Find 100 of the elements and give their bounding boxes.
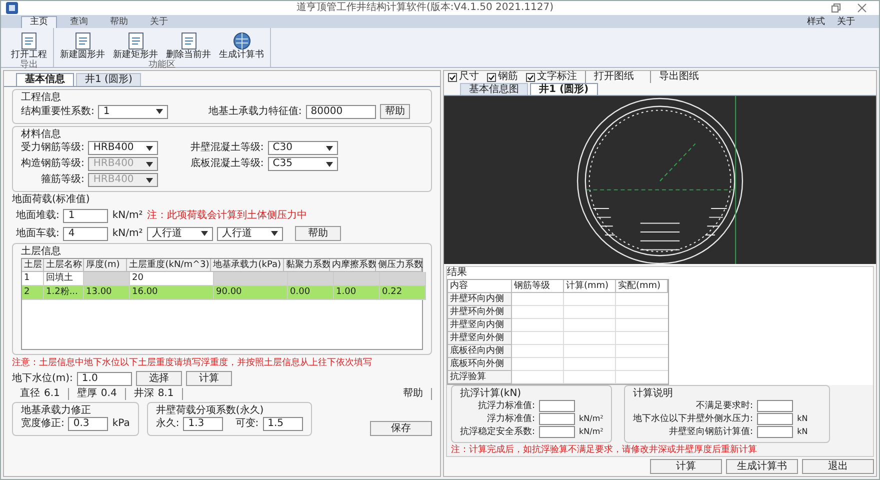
table-cell: 井壁竖向内侧	[448, 319, 512, 332]
column-header: 钢筋等级	[512, 280, 564, 293]
caret-icon	[146, 146, 154, 150]
input-field[interactable]: 1.3	[183, 417, 224, 431]
checkbox[interactable]	[448, 72, 457, 82]
table-cell: 13.00	[84, 286, 130, 300]
save-button[interactable]: 保存	[370, 421, 432, 436]
column-header: 侧压力系数	[376, 259, 422, 272]
dropdown[interactable]: C35	[268, 157, 338, 171]
field-label: 地下水位以下井壁外侧水压力:	[633, 413, 754, 425]
action-button[interactable]: 计算	[650, 459, 722, 474]
table-cell: 井壁环向内侧	[448, 293, 512, 306]
dropdown[interactable]: C30	[268, 141, 338, 155]
input-field[interactable]: 80000	[306, 104, 376, 118]
help-button[interactable]: 帮助	[294, 226, 341, 241]
input-field[interactable]: 1	[63, 209, 108, 223]
dropdown[interactable]: 人行道	[146, 226, 213, 240]
action-button[interactable]: 生成计算书	[726, 459, 798, 474]
help-button[interactable]: 帮助	[395, 388, 432, 400]
table-cell	[564, 332, 616, 345]
checkbox[interactable]	[526, 72, 535, 82]
dropdown[interactable]: HRB400	[88, 141, 158, 155]
unit-label: kN	[797, 426, 809, 438]
warning-text: 注：计算完成后，如抗浮验算不满足要求，请修改井深或井壁厚度后重新计算	[447, 444, 873, 456]
input-field[interactable]: 0.3	[68, 417, 108, 431]
group-title: 抗浮计算(kN)	[460, 388, 522, 400]
ribbon-button[interactable]: 删除当前井	[164, 32, 213, 60]
field-label: 箍筋等级:	[41, 174, 84, 186]
table-cell	[564, 319, 616, 332]
ribbon-button[interactable]: 生成计算书	[217, 32, 266, 60]
input-field[interactable]	[539, 400, 576, 412]
table-cell: 底板环向外侧	[448, 358, 512, 371]
table-cell	[512, 345, 564, 358]
tab[interactable]: 井1 (圆形)	[530, 83, 598, 95]
menu-link[interactable]: 关于	[833, 16, 859, 28]
table-cell	[564, 371, 616, 384]
input-field[interactable]	[757, 400, 794, 412]
checkbox[interactable]	[487, 72, 496, 82]
ribbon-button[interactable]: 新建圆形井	[58, 32, 107, 60]
table-cell	[512, 319, 564, 332]
column-header: 实配(mm)	[616, 280, 668, 293]
action-button[interactable]: 选择	[136, 371, 182, 386]
table-cell: 90.00	[214, 286, 288, 300]
ribbon-tab[interactable]: 查询	[61, 16, 97, 28]
document-icon	[74, 32, 90, 50]
table-cell	[512, 358, 564, 371]
table-cell	[334, 272, 380, 286]
action-button[interactable]: 计算	[186, 371, 232, 386]
table-cell: 16.00	[130, 286, 214, 300]
help-button[interactable]: 帮助	[380, 104, 410, 119]
unit-label: kN	[797, 413, 809, 425]
menu-link[interactable]: 样式	[803, 16, 829, 28]
value-text: 6.1	[44, 388, 60, 400]
window-title: 道亨顶管工作井结构计算软件(版本:V4.1.50 2021.1127)	[295, 2, 555, 14]
table-row[interactable]: 1 回填土 20	[22, 272, 426, 286]
table-row[interactable]: 2 1.2粉... 13.00 16.00 90.00 0.00 1.00 0.22	[22, 286, 426, 300]
tab[interactable]: 基本信息图	[460, 83, 528, 95]
toolbar-button[interactable]: 导出图纸	[650, 71, 707, 83]
input-field[interactable]: 1.5	[262, 417, 303, 431]
ribbon-tab[interactable]: 帮助	[101, 16, 137, 28]
document-icon	[128, 32, 144, 50]
tab[interactable]: 基本信息	[16, 73, 74, 86]
unit-label: kN/m²	[112, 210, 143, 222]
ribbon-button[interactable]: 打开工程	[9, 32, 49, 60]
dropdown[interactable]: 人行道	[216, 226, 283, 240]
ribbon-tab[interactable]: 主页	[21, 16, 57, 28]
field-label: 构造钢筋等级:	[21, 158, 84, 170]
column-header: 内摩擦系数	[330, 259, 376, 272]
ribbon-button[interactable]: 新建矩形井	[111, 32, 160, 60]
action-button[interactable]: 退出	[802, 459, 874, 474]
value-text: 0.4	[100, 388, 117, 400]
caret-icon	[270, 231, 278, 236]
table-cell	[512, 371, 564, 384]
app-icon	[5, 1, 19, 15]
input-field[interactable]	[539, 426, 576, 438]
input-field[interactable]: 1.0	[76, 372, 132, 386]
value-text: 8.1	[158, 388, 174, 400]
globe-icon	[232, 32, 250, 50]
table-cell	[564, 345, 616, 358]
group-title: 计算说明	[633, 388, 674, 400]
group-title: 地基承载力修正	[21, 405, 92, 417]
dropdown[interactable]: 1	[98, 104, 168, 118]
table-cell: 1.2粉...	[44, 286, 84, 300]
group-title: 工程信息	[21, 92, 62, 104]
table-cell	[512, 332, 564, 345]
input-field[interactable]	[757, 413, 794, 425]
document-icon	[180, 32, 196, 50]
note-text: 注：此项荷载会计算到土体侧压力中	[146, 210, 307, 222]
field-label: 底板混凝土等级:	[190, 158, 264, 170]
table-cell	[512, 293, 564, 306]
ribbon-tab[interactable]: 关于	[141, 16, 177, 28]
table-cell: 抗浮验算	[448, 371, 512, 384]
field-label: 永久:	[156, 418, 180, 430]
close-icon[interactable]	[857, 3, 867, 13]
input-field[interactable]	[757, 426, 794, 438]
group-title: 土层信息	[21, 246, 62, 258]
input-field[interactable]	[539, 413, 576, 425]
group-label: 功能区	[148, 60, 176, 70]
input-field[interactable]: 4	[63, 226, 108, 240]
tab[interactable]: 井1 (圆形)	[76, 73, 142, 86]
